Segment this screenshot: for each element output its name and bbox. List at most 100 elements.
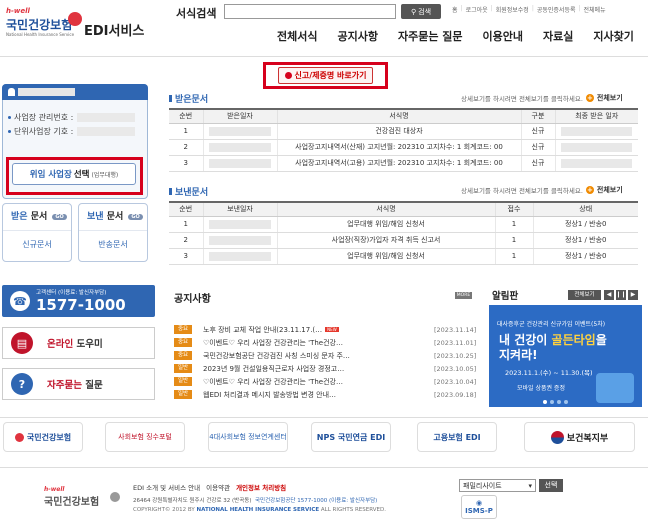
logo-mark-icon — [68, 12, 82, 26]
table-row[interactable]: 1 업무대행 위임/해임 신청서 1 정상1 / 반송0 — [169, 216, 638, 233]
new-docs-link[interactable]: 신규문서 — [3, 230, 71, 258]
notice-tag: 일반 — [174, 377, 192, 386]
col-no: 순번 — [169, 201, 203, 217]
bullet-icon — [8, 130, 11, 133]
prev-icon[interactable]: ◀ — [604, 290, 614, 300]
footer-link-terms[interactable]: 이용약관 — [206, 482, 230, 492]
user-name-masked — [18, 88, 75, 96]
table-row[interactable]: 2 사업장고지내역서(산재) 고지년월: 202310 고지차수: 1 회계코드… — [169, 139, 638, 156]
nav-all-forms[interactable]: 전체서식 — [277, 28, 317, 44]
partner-mohw[interactable]: 보건복지부 — [524, 422, 635, 452]
table-row[interactable]: 1 건강검진 대상자 신규 — [169, 123, 638, 140]
footer-link-about[interactable]: EDI 소개 및 서비스 안내 — [133, 482, 200, 492]
report-shortcut-button[interactable]: 신고/제증명 바로가기 — [277, 67, 374, 84]
nav-faq[interactable]: 자주묻는 질문 — [398, 28, 463, 44]
partner-collection[interactable]: 사회보험 징수포털 — [105, 422, 185, 452]
sent-table: 순번 보낸일자 서식명 접수 상태 1 업무대행 위임/해임 신청서 1 정상1… — [169, 201, 638, 265]
nav-guide[interactable]: 이용안내 — [483, 28, 523, 44]
title-bar-icon — [169, 188, 172, 195]
go-badge: GO — [128, 213, 143, 220]
received-docs-title[interactable]: 받은 문서 GO — [11, 209, 67, 222]
monitor-icon: ▤ — [11, 332, 33, 354]
partner-nps[interactable]: NPS 국민연금 EDI — [311, 422, 391, 452]
col-status: 상태 — [532, 201, 638, 217]
form-name[interactable]: 사업장고지내역서(고용) 고지년월: 202310 고지차수: 1 회계코드: … — [276, 155, 521, 172]
masked-date — [208, 158, 272, 168]
form-name[interactable]: 업무대행 위임/해임 신청서 — [276, 216, 495, 233]
search-button[interactable]: ⚲ 검색 — [401, 4, 441, 19]
nav-library[interactable]: 자료실 — [543, 28, 573, 44]
partner-linkage[interactable]: 4대사회보험 정보연계센터 — [208, 422, 288, 452]
sent-docs-title[interactable]: 보낸 문서 GO — [87, 209, 143, 222]
proxy-select-button[interactable]: 위임 사업장 선택 (업무대행) — [12, 163, 136, 185]
bullet-icon — [284, 72, 292, 79]
masked-date — [208, 142, 272, 152]
chevron-down-icon: ▾ — [528, 481, 532, 490]
notice-item[interactable]: 중요 노후 장비 교체 작업 안내(23.11.17.(… NEW [2023.1… — [174, 323, 476, 336]
family-site-select[interactable]: 패밀리사이트 ▾ — [459, 479, 536, 492]
top-link-cert[interactable]: 공동인증서등록 — [537, 5, 576, 14]
form-name[interactable]: 사업장(직장)가입자 자격 취득 신고서 — [276, 232, 495, 249]
nav-notice[interactable]: 공지사항 — [337, 28, 377, 44]
notice-item[interactable]: 일반 ♡이벤트♡ 우리 사업장 건강관리는 'The건강… [2023.10.0… — [174, 375, 476, 388]
notice-item[interactable]: 일반 2023년 9월 건설일용직근로자 사업장 경정고… [2023.10.0… — [174, 362, 476, 375]
user-icon — [8, 88, 15, 96]
family-site-go-button[interactable]: 선택 — [539, 479, 563, 492]
unit-code-label: 단위사업장 기호 : — [14, 127, 74, 136]
form-name[interactable]: 건강검진 대상자 — [276, 123, 521, 140]
received-section-title: 받은문서 — [169, 92, 208, 105]
biz-number-label: 사업장 관리번호 : — [14, 113, 74, 122]
notice-item[interactable]: 중요 국민건강보험공단 건강검진 사칭 스미싱 문자 주… [2023.10.2… — [174, 349, 476, 362]
nav-branch[interactable]: 지사찾기 — [593, 28, 633, 44]
notice-item[interactable]: 일반 웹EDI 처리결과 메시지 발송방법 변경 안내… [2023.09.18… — [174, 388, 476, 401]
plus-icon: + — [585, 186, 594, 194]
masked-date — [208, 235, 272, 245]
search-label: 서식검색 — [176, 7, 217, 20]
sent-see-all[interactable]: 전체보기 — [597, 185, 623, 195]
notice-item[interactable]: 중요 ♡이벤트♡ 우리 사업장 건강관리는 'The건강… [2023.11.0… — [174, 336, 476, 349]
col-type: 구분 — [520, 108, 555, 124]
masked-date — [561, 126, 633, 136]
returned-docs-link[interactable]: 반송문서 — [79, 230, 147, 258]
masked-date — [208, 219, 272, 229]
new-badge: NEW — [325, 327, 339, 332]
table-row[interactable]: 3 사업장고지내역서(고용) 고지년월: 202310 고지차수: 1 회계코드… — [169, 155, 638, 172]
partner-employment[interactable]: 고용보험 EDI — [417, 422, 497, 452]
notice-tag: 일반 — [174, 390, 192, 399]
search-input[interactable] — [224, 4, 396, 19]
form-name[interactable]: 업무대행 위임/해임 신청서 — [276, 248, 495, 265]
header-divider — [0, 56, 648, 57]
col-date: 보낸일자 — [202, 201, 277, 217]
online-help-button[interactable]: ▤ 온라인 도우미 — [2, 327, 155, 359]
next-icon[interactable]: ▶ — [628, 290, 638, 300]
isms-mark-icon: ◉ — [475, 499, 483, 507]
received-see-all[interactable]: 전체보기 — [597, 93, 623, 103]
logo-name: 국민건강보험 — [6, 18, 73, 32]
footer-link-privacy[interactable]: 개인정보 처리방침 — [236, 482, 286, 492]
notice-tag: 중요 — [174, 325, 192, 334]
nhis-logo-icon — [14, 432, 24, 442]
table-row[interactable]: 2 사업장(직장)가입자 자격 취득 신고서 1 정상1 / 반송0 — [169, 232, 638, 249]
faq-button[interactable]: ? 자주묻는 질문 — [2, 368, 155, 400]
top-link-home[interactable]: 홈 — [452, 5, 458, 14]
form-name[interactable]: 사업장고지내역서(산재) 고지년월: 202310 고지차수: 1 회계코드: … — [276, 139, 521, 156]
notice-more-button[interactable]: MORE — [455, 292, 472, 299]
banner-pager — [543, 400, 568, 404]
col-date: 받은일자 — [202, 108, 277, 124]
cs-number: 1577-1000 — [36, 296, 126, 314]
pause-icon[interactable]: ❙❙ — [616, 290, 626, 300]
top-link-allmenu[interactable]: 전체메뉴 — [584, 5, 606, 14]
top-links: 홈 | 로그아웃 | 회원정보수정 | 공동인증서등록 | 전체메뉴 — [452, 5, 606, 14]
proxy-label: 위임 사업장 — [29, 170, 72, 180]
customer-center[interactable]: ☎ 고객센터 (이용료: 발신자부담) 1577-1000 — [2, 285, 155, 317]
top-link-member[interactable]: 회원정보수정 — [496, 5, 529, 14]
event-banner[interactable]: 대사증후군 건강관리 신규가입 이벤트(5차) 내 건강이 골든타임을 지켜라! … — [489, 305, 642, 407]
partner-nhis[interactable]: 국민건강보험 — [3, 422, 83, 452]
top-link-logout[interactable]: 로그아웃 — [466, 5, 488, 14]
footer-links: EDI 소개 및 서비스 안내 이용약관 개인정보 처리방침 — [133, 482, 286, 492]
site-logo[interactable]: h-well 국민건강보험 National Health Insurance … — [6, 7, 82, 39]
sent-section-title: 보낸문서 — [169, 185, 208, 198]
alarm-see-all[interactable]: 전체보기 — [568, 290, 601, 300]
footer-logo-mark-icon — [110, 492, 120, 502]
table-row[interactable]: 3 업무대행 위임/해임 신청서 1 정상1 / 반송0 — [169, 248, 638, 265]
